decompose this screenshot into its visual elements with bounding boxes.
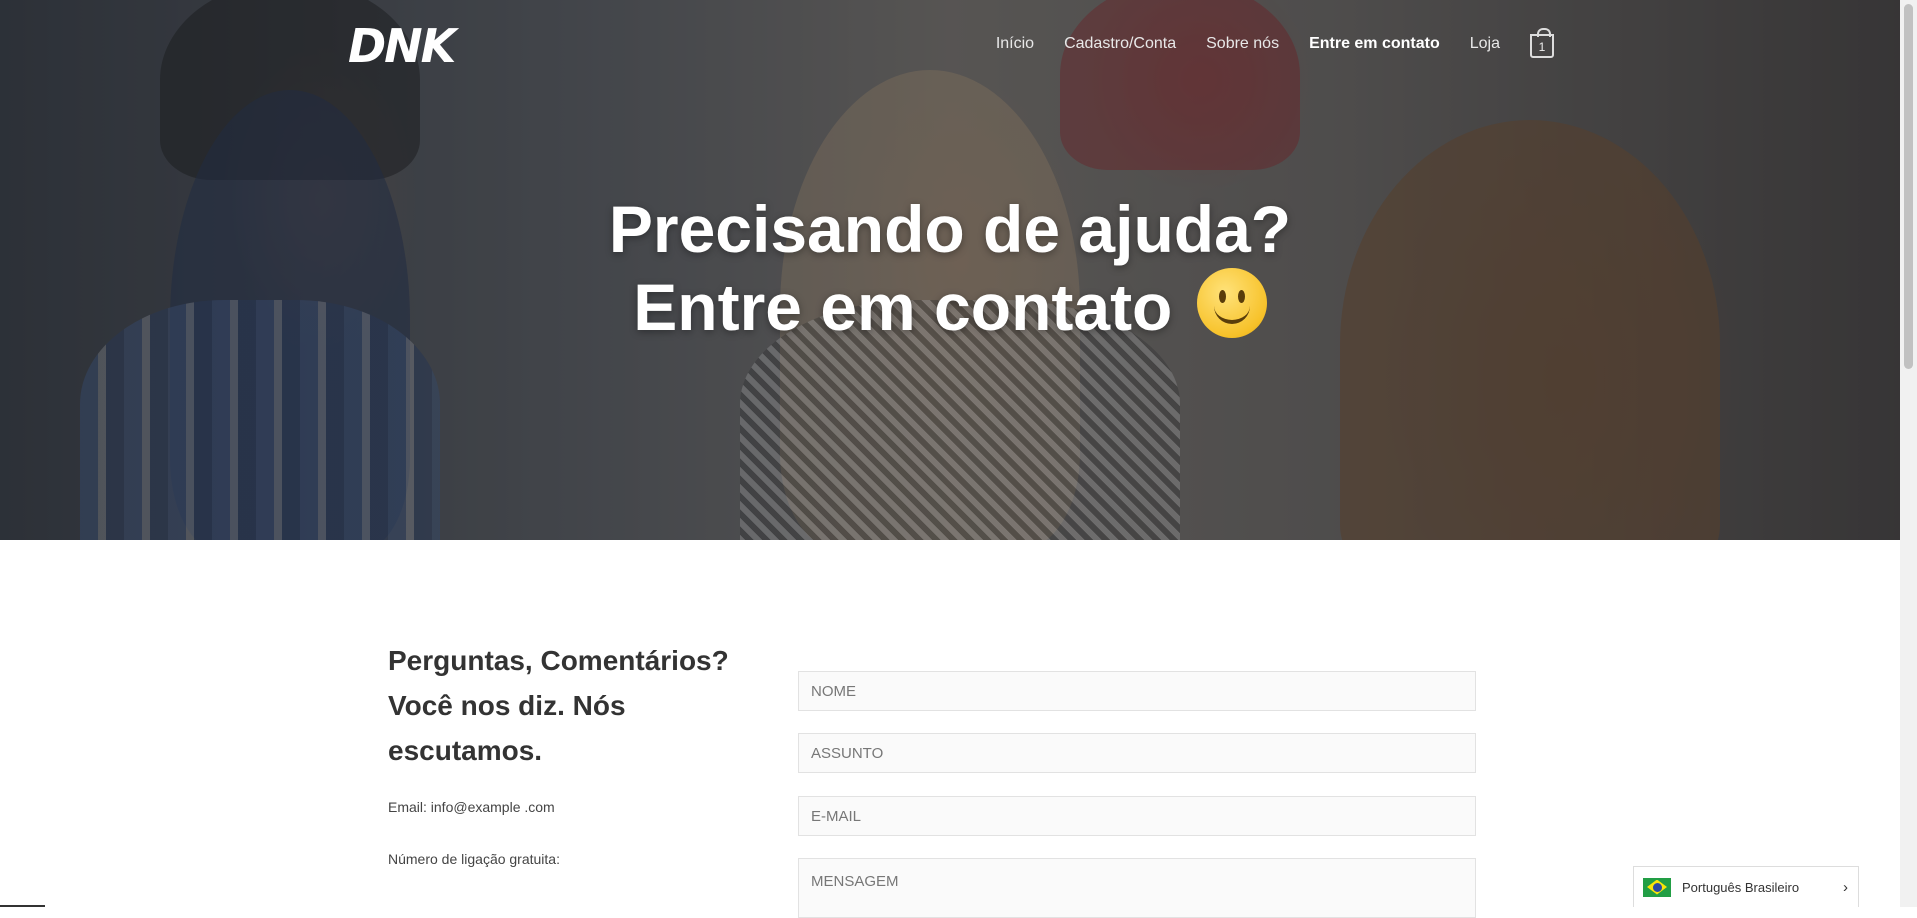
name-field[interactable] [798,671,1476,711]
contact-email: Email: info@example .com [388,799,555,815]
hero-title-line2: Entre em contato [633,270,1173,344]
hero-banner: DNK Início Cadastro/Conta Sobre nós Entr… [0,0,1900,540]
cart-icon[interactable]: 1 [1530,28,1554,58]
nav-item-loja[interactable]: Loja [1470,35,1500,53]
nav-item-entre-em-contato[interactable]: Entre em contato [1309,35,1440,53]
subject-field[interactable] [798,733,1476,773]
contact-heading: Perguntas, Comentários? Você nos diz. Nó… [388,645,729,766]
cart-count: 1 [1538,40,1546,54]
email-field[interactable] [798,796,1476,836]
nav-item-inicio[interactable]: Início [996,35,1034,53]
hero-title: Precisando de ajuda? Entre em contato [0,190,1900,346]
smiley-emoji-icon [1196,268,1267,338]
site-logo[interactable]: DNK [348,18,456,74]
language-label: Português Brasileiro [1682,879,1800,895]
page-scrollbar[interactable] [1900,0,1917,907]
nav-item-sobre-nos[interactable]: Sobre nós [1206,35,1279,53]
language-switcher[interactable]: Português Brasileiro › [1633,866,1859,907]
nav-item-cadastro-conta[interactable]: Cadastro/Conta [1064,35,1176,53]
hero-title-line1: Precisando de ajuda? [608,192,1292,266]
brazil-flag-icon [1643,877,1671,897]
message-field[interactable] [798,858,1476,918]
main-nav: Início Cadastro/Conta Sobre nós Entre em… [966,28,1554,58]
contact-phone: Número de ligação gratuita: [388,851,560,867]
chevron-right-icon: › [1843,878,1848,896]
scrollbar-thumb[interactable] [1904,4,1913,369]
